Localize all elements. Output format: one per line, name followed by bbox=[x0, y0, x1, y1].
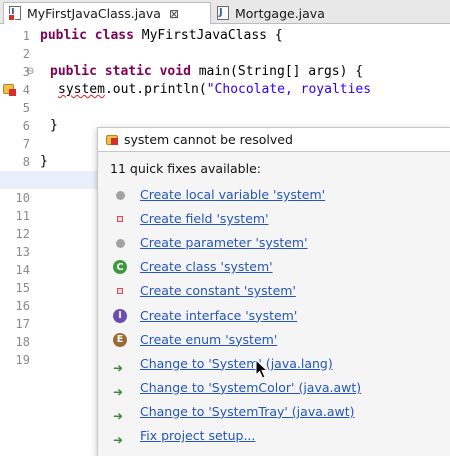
quick-fix-header: system cannot be resolved bbox=[98, 128, 450, 152]
quick-fix-link[interactable]: Create local variable 'system' bbox=[140, 184, 325, 205]
change-icon: ➜ bbox=[113, 360, 124, 375]
error-token[interactable]: system bbox=[58, 82, 105, 97]
error-message: system cannot be resolved bbox=[124, 132, 293, 147]
quick-fix-item[interactable]: ➜ Change to 'SystemColor' (java.awt) bbox=[98, 377, 450, 399]
mouse-pointer-icon bbox=[255, 359, 269, 379]
line-number: 12 bbox=[15, 227, 30, 241]
quick-fix-link[interactable]: Create constant 'system' bbox=[140, 280, 296, 301]
quick-fix-count: 11 quick fixes available: bbox=[110, 161, 261, 176]
quick-fix-item[interactable]: ➜ Fix project setup... bbox=[98, 425, 450, 447]
quick-fix-link[interactable]: Create enum 'system' bbox=[140, 329, 277, 350]
quick-fix-item[interactable]: Create parameter 'system' bbox=[98, 232, 450, 253]
local-variable-icon bbox=[113, 188, 127, 202]
close-tab-icon[interactable]: ⊠ bbox=[169, 7, 179, 21]
line-number: 10 bbox=[15, 191, 30, 205]
line-number: 7 bbox=[22, 137, 30, 151]
quick-fix-link[interactable]: Create parameter 'system' bbox=[140, 232, 308, 253]
quick-fix-popup: system cannot be resolved 11 quick fixes… bbox=[97, 127, 450, 456]
java-file-error-icon: J bbox=[8, 6, 22, 21]
quick-fix-link[interactable]: Create interface 'system' bbox=[140, 305, 297, 326]
quick-fix-link[interactable]: Change to 'SystemTray' (java.awt) bbox=[140, 401, 355, 422]
tab-label: Mortgage.java bbox=[235, 5, 325, 21]
quick-fix-link[interactable]: Change to 'System' (java.lang) bbox=[140, 353, 333, 374]
line-number: 17 bbox=[15, 317, 30, 331]
editor-tab-bar: J MyFirstJavaClass.java ⊠ J Mortgage.jav… bbox=[0, 0, 450, 24]
line-number: 2 bbox=[22, 47, 30, 61]
tab-mortgage[interactable]: J Mortgage.java bbox=[212, 2, 325, 24]
code-line-4: system.out.println("Chocolate, royalties bbox=[0, 81, 450, 99]
line-number: 14 bbox=[15, 263, 30, 277]
quick-fix-item[interactable]: Create local variable 'system' bbox=[98, 184, 450, 205]
line-number: 13 bbox=[15, 245, 30, 259]
interface-icon: I bbox=[113, 308, 127, 323]
line-number: 19 bbox=[15, 353, 30, 367]
quick-fix-item[interactable]: Create constant 'system' bbox=[98, 280, 450, 301]
quick-fix-item[interactable]: C Create class 'system' bbox=[98, 256, 450, 277]
change-icon: ➜ bbox=[113, 433, 124, 447]
quickfix-error-icon[interactable] bbox=[3, 84, 16, 96]
class-icon: C bbox=[113, 260, 127, 275]
quick-fix-item[interactable]: E Create enum 'system' bbox=[98, 329, 450, 350]
enum-icon: E bbox=[113, 332, 127, 347]
code-line-3: ⊖ public static void main(String[] args)… bbox=[26, 63, 364, 81]
line-number: 16 bbox=[15, 299, 30, 313]
parameter-icon bbox=[113, 236, 127, 250]
line-number: 5 bbox=[22, 101, 30, 115]
tab-myfirstjavaclass[interactable]: J MyFirstJavaClass.java ⊠ bbox=[3, 2, 211, 24]
quick-fix-link[interactable]: Create field 'system' bbox=[140, 208, 269, 229]
tab-label: MyFirstJavaClass.java bbox=[27, 6, 161, 21]
code-line-1: public class MyFirstJavaClass { bbox=[40, 28, 283, 43]
line-number: 18 bbox=[15, 335, 30, 349]
quick-fix-item[interactable]: I Create interface 'system' bbox=[98, 305, 450, 326]
error-icon bbox=[106, 134, 120, 146]
field-icon bbox=[113, 212, 127, 226]
quick-fix-item[interactable]: Create field 'system' bbox=[98, 208, 450, 229]
quick-fix-item[interactable]: ➜ Change to 'System' (java.lang) bbox=[98, 353, 450, 375]
constant-icon bbox=[113, 284, 127, 298]
fold-collapse-icon[interactable]: ⊖ bbox=[26, 63, 34, 81]
quick-fix-link[interactable]: Fix project setup... bbox=[140, 425, 255, 446]
change-icon: ➜ bbox=[113, 408, 124, 423]
line-number: 15 bbox=[15, 281, 30, 295]
quick-fix-item[interactable]: ➜ Change to 'SystemTray' (java.awt) bbox=[98, 401, 450, 423]
java-file-icon: J bbox=[216, 5, 230, 21]
change-icon: ➜ bbox=[113, 384, 124, 399]
quick-fix-link[interactable]: Change to 'SystemColor' (java.awt) bbox=[140, 377, 361, 398]
line-number: 11 bbox=[15, 209, 30, 223]
quick-fix-link[interactable]: Create class 'system' bbox=[140, 256, 273, 277]
